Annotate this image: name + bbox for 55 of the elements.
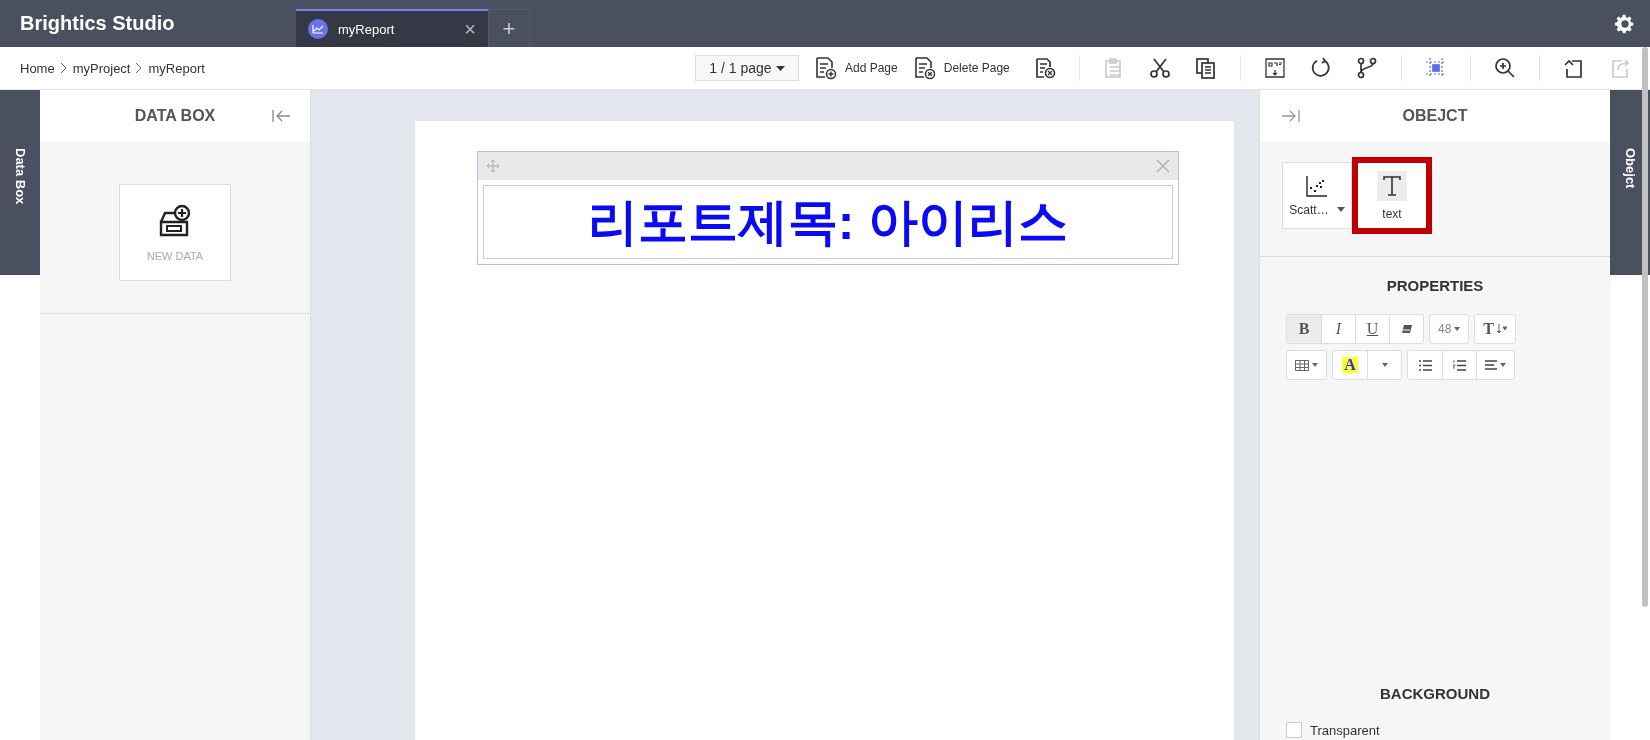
italic-button[interactable]: I bbox=[1321, 315, 1355, 343]
checkbox-label: Transparent bbox=[1310, 722, 1380, 738]
caret-icon bbox=[1500, 363, 1506, 367]
align-icon bbox=[1485, 360, 1497, 370]
breadcrumb-link[interactable]: myReport bbox=[148, 60, 205, 76]
page-icon bbox=[815, 56, 837, 80]
caret-icon bbox=[1454, 327, 1461, 331]
data-box-side-tab[interactable]: Data Box bbox=[0, 90, 40, 275]
scatter-chart-icon bbox=[1306, 174, 1328, 197]
color-button[interactable]: A bbox=[1333, 351, 1367, 379]
pdf-icon[interactable] bbox=[1263, 56, 1287, 80]
collapse-icon[interactable] bbox=[272, 109, 292, 123]
page-action-button[interactable]: Delete Page bbox=[913, 56, 1010, 80]
bullet-list-icon bbox=[1418, 359, 1432, 371]
font-size-button[interactable]: 48 bbox=[1430, 315, 1469, 343]
app-title: Brightics Studio bbox=[19, 12, 176, 35]
chevron-icon bbox=[135, 62, 144, 74]
bold-button[interactable]: B bbox=[1287, 315, 1321, 343]
page-icon bbox=[913, 56, 936, 80]
zoom-icon[interactable] bbox=[1493, 56, 1517, 80]
section-title: PROPERTIES bbox=[1386, 277, 1484, 294]
numbered-list-icon bbox=[1453, 359, 1466, 371]
text-object-button[interactable]: text bbox=[1352, 157, 1432, 234]
report-close-icon[interactable] bbox=[1033, 56, 1057, 80]
caret-icon[interactable] bbox=[1336, 207, 1345, 212]
caret-icon bbox=[1381, 363, 1388, 367]
line-height-button[interactable]: T bbox=[1475, 315, 1516, 343]
caret-icon bbox=[775, 65, 785, 71]
checkbox[interactable] bbox=[1286, 722, 1302, 738]
close-icon[interactable]: × bbox=[464, 17, 476, 41]
chart-icon bbox=[308, 19, 328, 39]
table-icon bbox=[1295, 359, 1309, 371]
report-title-text[interactable]: 리포트제목: 아이리스 bbox=[483, 185, 1173, 259]
settings-icon[interactable] bbox=[1614, 12, 1636, 35]
scrollbar[interactable] bbox=[1642, 47, 1648, 607]
section-title: BACKGROUND bbox=[1380, 685, 1490, 702]
breadcrumb-link[interactable]: myProject bbox=[72, 60, 131, 76]
refresh-icon[interactable] bbox=[1309, 56, 1333, 80]
scatter-object-button[interactable]: Scatt… bbox=[1282, 162, 1352, 229]
caret-icon bbox=[1312, 363, 1318, 367]
branch-icon[interactable] bbox=[1355, 56, 1379, 80]
underline-button[interactable]: U bbox=[1355, 315, 1389, 343]
report-tab[interactable]: myReport × bbox=[296, 9, 488, 47]
page-selector[interactable]: 1 / 1 page bbox=[695, 55, 799, 81]
panel-title: OBEJCT bbox=[1402, 107, 1468, 125]
cut-icon[interactable] bbox=[1148, 56, 1172, 80]
eraser-icon bbox=[1400, 324, 1413, 334]
text-icon bbox=[1377, 170, 1407, 201]
page-action-button[interactable]: Add Page bbox=[815, 56, 898, 80]
copy-icon[interactable] bbox=[1194, 56, 1218, 80]
chevron-icon bbox=[59, 62, 68, 74]
expand-icon[interactable] bbox=[1280, 109, 1300, 123]
panel-title: DATA BOX bbox=[134, 107, 216, 125]
line-height-icon bbox=[1497, 324, 1508, 334]
breadcrumb-link[interactable]: Home bbox=[20, 60, 55, 76]
